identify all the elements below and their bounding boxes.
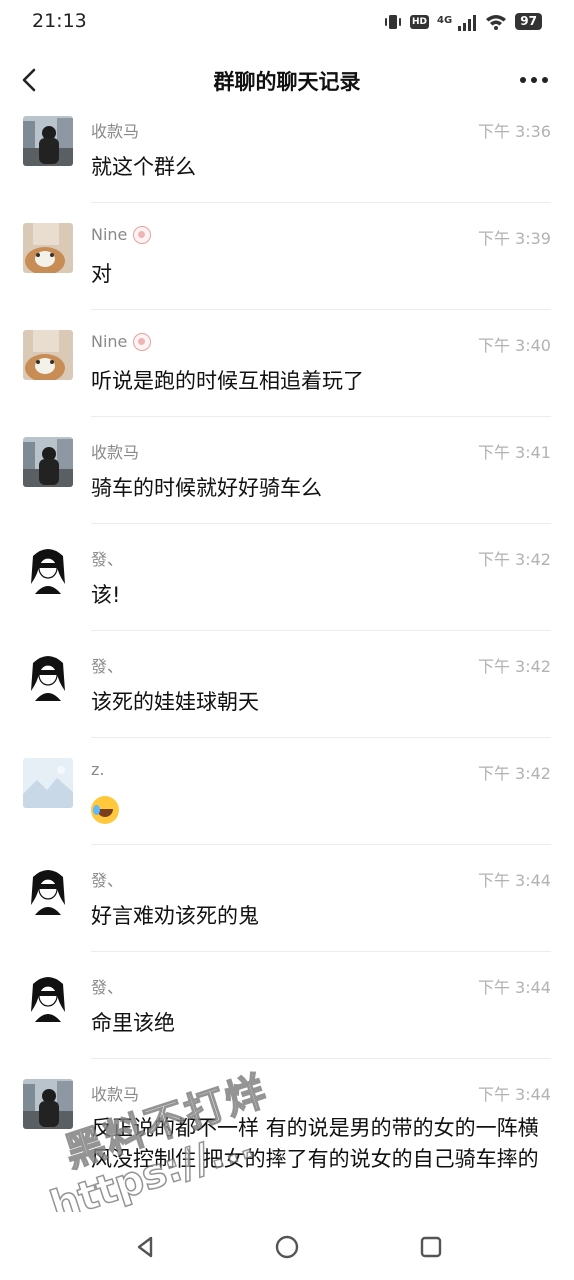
status-bar: 21:13 HD 4G 97	[0, 0, 574, 46]
sender-name: Nine	[91, 225, 152, 244]
message-text: 该!	[91, 583, 121, 607]
message-time: 下午 3:44	[477, 978, 551, 997]
signal-icon: 4G	[437, 12, 477, 31]
chat-message[interactable]: 收款马 下午 3:44 反正说的都不一样 有的说是男的带的女的一阵横风没控制住 …	[0, 1059, 574, 1210]
badge-icon	[133, 332, 152, 351]
chat-message[interactable]: 發、 下午 3:44 好言难劝该死的鬼	[0, 845, 574, 952]
sender-name: 發、	[91, 871, 124, 890]
wifi-icon	[486, 14, 507, 30]
chat-message[interactable]: Nine 下午 3:40 听说是跑的时候互相追着玩了	[0, 310, 574, 417]
system-back-button[interactable]	[130, 1232, 160, 1262]
back-triangle-icon	[137, 1236, 153, 1258]
network-type-label: 4G	[437, 15, 453, 26]
message-text: 反正说的都不一样 有的说是男的带的女的一阵横风没控制住 把女的摔了有的说女的自己…	[91, 1116, 539, 1171]
system-recents-button[interactable]	[416, 1232, 446, 1262]
avatar[interactable]	[23, 758, 73, 808]
message-text: 就这个群么	[91, 155, 196, 179]
chat-message[interactable]: 發、 下午 3:42 该死的娃娃球朝天	[0, 631, 574, 738]
system-nav-bar	[0, 1212, 574, 1280]
avatar[interactable]	[23, 544, 73, 594]
recents-square-icon	[420, 1236, 442, 1258]
message-text: 听说是跑的时候互相追着玩了	[91, 369, 364, 393]
battery-icon: 97	[515, 13, 542, 30]
chat-message[interactable]: 發、 下午 3:42 该!	[0, 524, 574, 631]
sender-name: 收款马	[91, 122, 140, 141]
hd-icon: HD	[410, 14, 430, 29]
avatar[interactable]	[23, 437, 73, 487]
sender-name: 發、	[91, 550, 124, 569]
avatar[interactable]	[23, 330, 73, 380]
chat-message[interactable]: z. 下午 3:42	[0, 738, 574, 845]
chat-history-list[interactable]: 收款马 下午 3:36 就这个群么 Nine 下午 3:39 对 Nine 下午…	[0, 96, 574, 1210]
sender-name: Nine	[91, 332, 152, 351]
sender-name: 發、	[91, 657, 124, 676]
message-time: 下午 3:39	[477, 229, 551, 248]
chat-message[interactable]: 發、 下午 3:44 命里该绝	[0, 952, 574, 1059]
chat-message[interactable]: 收款马 下午 3:41 骑车的时候就好好骑车么	[0, 417, 574, 524]
badge-icon	[133, 225, 152, 244]
avatar[interactable]	[23, 1079, 73, 1129]
home-circle-icon	[275, 1235, 299, 1259]
crying-laughing-emoji-icon	[91, 796, 119, 824]
avatar[interactable]	[23, 116, 73, 166]
message-text: 命里该绝	[91, 1011, 175, 1035]
sender-name: 收款马	[91, 443, 140, 462]
message-time: 下午 3:41	[477, 443, 551, 462]
avatar[interactable]	[23, 972, 73, 1022]
status-icons: HD 4G 97	[384, 12, 542, 31]
message-time: 下午 3:44	[477, 871, 551, 890]
sender-name: 發、	[91, 978, 124, 997]
message-text: 骑车的时候就好好骑车么	[91, 476, 322, 500]
sender-name: z.	[91, 760, 105, 779]
message-time: 下午 3:42	[477, 764, 551, 783]
message-time: 下午 3:36	[477, 122, 551, 141]
message-text: 对	[91, 262, 112, 286]
avatar[interactable]	[23, 865, 73, 915]
message-text: 该死的娃娃球朝天	[91, 690, 259, 714]
chat-message[interactable]: Nine 下午 3:39 对	[0, 203, 574, 310]
message-text: 好言难劝该死的鬼	[91, 904, 259, 928]
sender-name: 收款马	[91, 1085, 140, 1104]
more-dots-icon	[520, 77, 548, 83]
page-title: 群聊的聊天记录	[213, 70, 361, 94]
avatar[interactable]	[23, 223, 73, 273]
status-time: 21:13	[32, 10, 87, 32]
more-button[interactable]	[518, 68, 550, 92]
message-time: 下午 3:40	[477, 336, 551, 355]
system-home-button[interactable]	[272, 1232, 302, 1262]
message-time: 下午 3:44	[477, 1085, 551, 1104]
vibrate-icon	[385, 14, 402, 29]
message-time: 下午 3:42	[477, 550, 551, 569]
message-time: 下午 3:42	[477, 657, 551, 676]
message-text	[91, 794, 551, 825]
chat-message[interactable]: 收款马 下午 3:36 就这个群么	[0, 96, 574, 203]
avatar[interactable]	[23, 651, 73, 701]
